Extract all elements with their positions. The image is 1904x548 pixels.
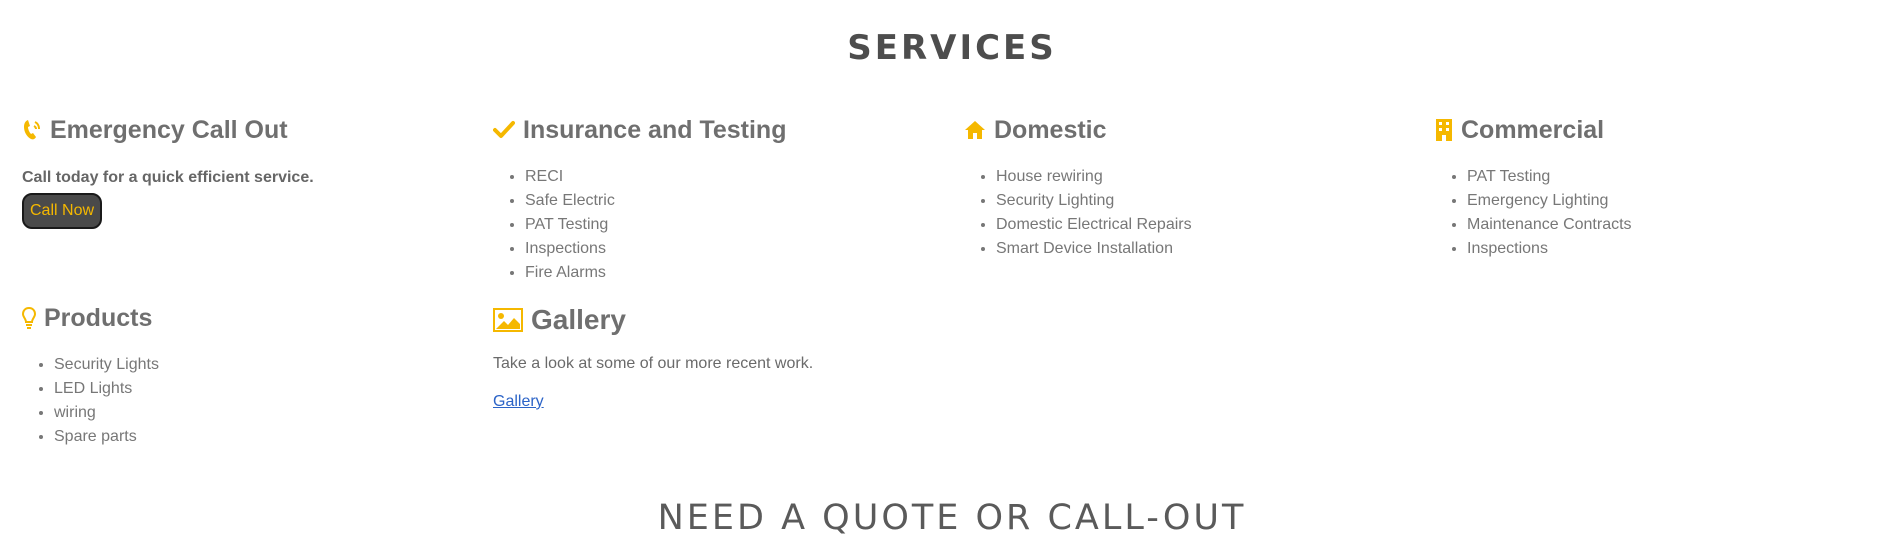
- image-icon: [493, 308, 523, 332]
- insurance-list: RECI Safe Electric PAT Testing Inspectio…: [493, 165, 933, 285]
- call-now-button[interactable]: Call Now: [22, 193, 103, 229]
- checkmark-icon: [493, 120, 515, 140]
- list-item: Smart Device Installation: [996, 237, 1404, 261]
- list-item: Safe Electric: [525, 189, 933, 213]
- commercial-list: PAT Testing Emergency Lighting Maintenan…: [1435, 165, 1875, 261]
- emergency-section: Emergency Call Out Call today for a quic…: [22, 115, 462, 229]
- list-item: Domestic Electrical Repairs: [996, 213, 1404, 237]
- home-icon: [964, 120, 986, 140]
- insurance-heading-text: Insurance and Testing: [523, 115, 787, 144]
- list-item: Inspections: [1467, 237, 1875, 261]
- gallery-heading: Gallery: [493, 304, 933, 335]
- quote-heading: NEED A QUOTE OR CALL-OUT: [657, 498, 1247, 538]
- services-title: SERVICES: [847, 28, 1057, 68]
- emergency-heading-text: Emergency Call Out: [50, 115, 288, 144]
- list-item: House rewiring: [996, 165, 1404, 189]
- commercial-heading-text: Commercial: [1461, 115, 1605, 144]
- list-item: Maintenance Contracts: [1467, 213, 1875, 237]
- list-item: wiring: [54, 401, 462, 425]
- list-item: LED Lights: [54, 377, 462, 401]
- products-heading: Products: [22, 303, 462, 333]
- gallery-link[interactable]: Gallery: [493, 393, 544, 410]
- gallery-text: Take a look at some of our more recent w…: [493, 355, 814, 372]
- list-item: RECI: [525, 165, 933, 189]
- products-section: Products Security Lights LED Lights wiri…: [22, 303, 462, 449]
- list-item: Fire Alarms: [525, 261, 933, 285]
- domestic-list: House rewiring Security Lighting Domesti…: [964, 165, 1404, 261]
- insurance-section: Insurance and Testing RECI Safe Electric…: [493, 115, 933, 285]
- list-item: Inspections: [525, 237, 933, 261]
- list-item: Emergency Lighting: [1467, 189, 1875, 213]
- building-icon: [1435, 118, 1453, 142]
- commercial-heading: Commercial: [1435, 115, 1875, 145]
- gallery-section: Gallery Take a look at some of our more …: [493, 304, 933, 411]
- list-item: PAT Testing: [525, 213, 933, 237]
- phone-icon: [22, 118, 42, 142]
- gallery-heading-text: Gallery: [531, 304, 626, 335]
- list-item: Spare parts: [54, 425, 462, 449]
- lightbulb-icon: [22, 306, 36, 330]
- emergency-text: Call today for a quick efficient service…: [22, 169, 314, 186]
- list-item: Security Lighting: [996, 189, 1404, 213]
- domestic-heading: Domestic: [964, 115, 1404, 145]
- domestic-heading-text: Domestic: [994, 115, 1107, 144]
- domestic-section: Domestic House rewiring Security Lightin…: [964, 115, 1404, 261]
- list-item: Security Lights: [54, 353, 462, 377]
- insurance-heading: Insurance and Testing: [493, 115, 933, 145]
- products-heading-text: Products: [44, 303, 153, 332]
- commercial-section: Commercial PAT Testing Emergency Lightin…: [1435, 115, 1875, 261]
- products-list: Security Lights LED Lights wiring Spare …: [22, 353, 462, 449]
- emergency-heading: Emergency Call Out: [22, 115, 462, 145]
- list-item: PAT Testing: [1467, 165, 1875, 189]
